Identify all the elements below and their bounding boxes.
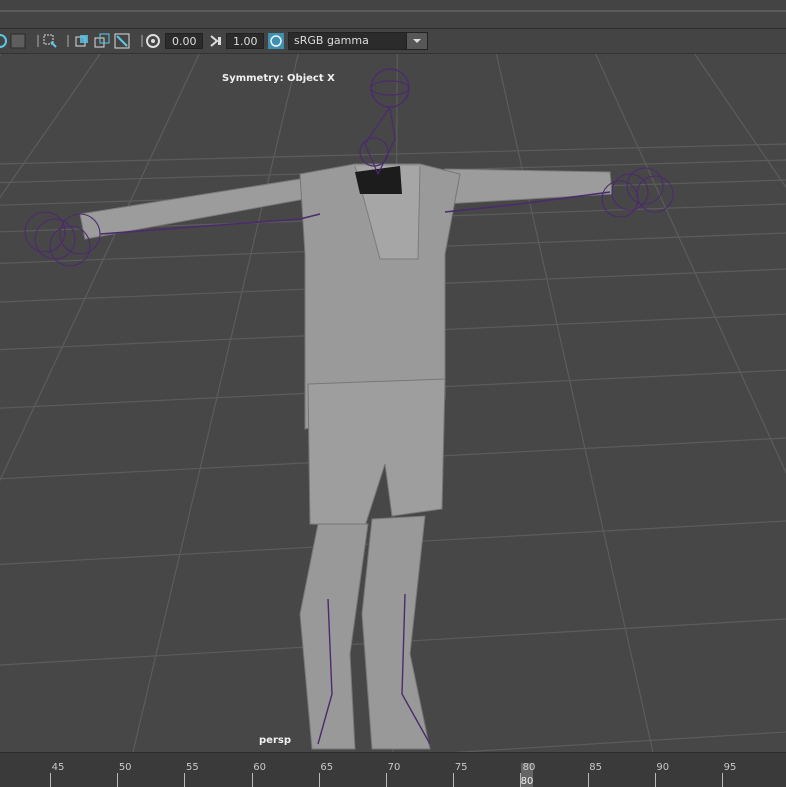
timeline-tick	[587, 773, 589, 787]
timeline-tick	[386, 773, 387, 787]
head-joint-ring	[370, 80, 410, 96]
timeline-tick	[318, 773, 320, 787]
left-hand-control	[49, 225, 91, 267]
left-hand-control	[34, 218, 76, 260]
timeline-tick-label: 75	[454, 762, 468, 773]
head-joint	[370, 68, 410, 108]
resolution-gate-icon[interactable]	[94, 33, 110, 49]
timeline-tick-label: 95	[723, 762, 737, 773]
camera-label: persp	[259, 735, 291, 746]
exposure-icon[interactable]	[145, 33, 161, 49]
dropdown-arrow-icon	[413, 39, 421, 43]
timeline-tick-label: 60	[253, 762, 266, 773]
gamma-field[interactable]: 1.00	[226, 33, 264, 49]
right-leg-mesh	[361, 515, 431, 750]
timeline-tick	[520, 773, 522, 787]
right-arm-mesh	[444, 168, 613, 205]
timeline-tick-label: 80	[522, 762, 536, 773]
title-bar	[0, 0, 786, 29]
timeline-tick-label: 50	[118, 762, 132, 773]
left-leg-mesh	[299, 523, 369, 750]
gate-mask-icon[interactable]	[114, 33, 130, 49]
gamma-icon[interactable]	[207, 33, 223, 49]
character-model[interactable]	[0, 54, 786, 752]
exposure-field[interactable]: 0.00	[165, 33, 203, 49]
right-hand-control	[611, 173, 649, 211]
camera-attribute-icon[interactable]	[0, 33, 8, 49]
timeline-tick	[654, 773, 656, 787]
title-divider	[0, 10, 786, 12]
timeline-tick-label: 85	[589, 762, 602, 773]
timeline-tick-label: 45	[51, 762, 65, 773]
right-hand-control	[636, 175, 674, 213]
viewport-panel[interactable]: Symmetry: Object X persp	[0, 54, 786, 752]
timeline-tick	[722, 773, 723, 787]
timeline-tick	[117, 773, 119, 787]
shorts-mesh	[307, 378, 446, 527]
left-hand-control	[24, 211, 66, 253]
current-frame: 80	[520, 776, 534, 787]
timeline-tick	[50, 773, 51, 787]
select-camera-icon[interactable]	[42, 33, 58, 49]
left-arm-mesh	[79, 178, 306, 240]
timeline-tick	[453, 773, 455, 787]
colorspace-select[interactable]: sRGB gamma	[288, 32, 428, 50]
colorspace-dropdown-button[interactable]	[406, 33, 427, 49]
timeline-tick	[184, 773, 186, 787]
grid-toggle-icon[interactable]	[10, 33, 26, 49]
film-gate-icon[interactable]	[74, 33, 90, 49]
viewport-toolbar: 0.00 1.00 sRGB gamma	[0, 29, 786, 54]
color-management-icon[interactable]	[268, 33, 284, 49]
timeline-tick-label: 65	[320, 762, 334, 773]
timeline-tick-label: 70	[387, 762, 401, 773]
timeline-tick-label: 90	[656, 762, 670, 773]
symmetry-label: Symmetry: Object X	[222, 73, 335, 84]
timeline-tick	[251, 773, 253, 787]
colorspace-select-value: sRGB gamma	[294, 34, 369, 47]
time-slider[interactable]: 80 45 50 55 60 65 70 75 85 90 95 80	[0, 752, 786, 787]
timeline-tick-label: 55	[186, 762, 199, 773]
